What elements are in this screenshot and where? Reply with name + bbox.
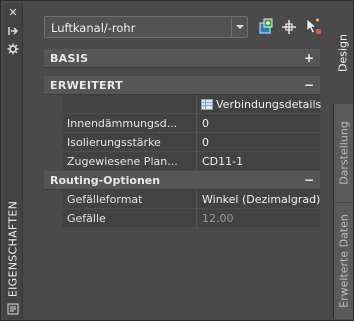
property-name-text: Zugewiesene Plan... [67,155,178,168]
palette-tabs: Design Darstellung Erweiterte Daten [333,3,353,319]
property-name-text: Gefälle [67,212,106,225]
properties-icon[interactable] [7,303,19,315]
quick-select-icon[interactable] [303,17,323,37]
property-row-verbindungsdetails: Verbindungsdetails [44,95,322,114]
property-value[interactable]: 0 [197,114,320,133]
category-routing-optionen[interactable]: Routing-Optionen − [44,171,320,190]
connection-details-button[interactable]: Verbindungsdetails [197,95,322,114]
row-gutter [44,190,62,209]
property-name: Gefälleformat [62,190,197,209]
category-basis[interactable]: BASIS + [44,49,320,68]
category-routing-label: Routing-Optionen [50,174,161,187]
category-erweitert[interactable]: ERWEITERT − [44,76,320,95]
row-gutter [44,209,62,228]
property-name: Zugewiesene Plan... [62,152,197,171]
tab-erweiterte-daten-label: Erweiterte Daten [337,214,350,308]
add-style-icon[interactable] [256,17,276,37]
property-name-text: Isolierungsstärke [67,136,161,149]
row-gutter [44,95,62,114]
palette-title-bar[interactable]: ✕ EIGENSCHAFTEN [3,3,23,319]
property-row: Innendämmungsd... 0 [44,114,320,133]
property-row: Gefälle 12.00 [44,209,320,228]
property-name-text: Innendämmungsd... [67,117,178,130]
palette-title: EIGENSCHAFTEN [4,199,22,299]
select-objects-icon[interactable] [279,17,299,37]
property-value-text: Winkel (Dezimalgrad) [202,193,321,206]
tab-design[interactable]: Design [333,3,353,103]
chevron-down-icon[interactable] [231,17,247,37]
property-value[interactable]: CD11-1 [197,152,320,171]
category-basis-label: BASIS [50,52,89,65]
property-value-text: 0 [202,117,209,130]
expand-icon[interactable]: + [304,51,314,65]
tab-design-label: Design [336,34,350,72]
tab-darstellung[interactable]: Darstellung [333,104,353,202]
object-type-dropdown[interactable]: Luftkanal/-rohr [44,16,248,38]
row-gutter [44,133,62,152]
row-gutter [44,114,62,133]
property-value[interactable]: 0 [197,133,320,152]
collapse-icon[interactable]: − [304,78,314,92]
tab-darstellung-label: Darstellung [337,121,350,185]
properties-pane: Luftkanal/-rohr BASIS + ERWEITERT − Verb… [23,3,333,319]
settings-icon[interactable] [7,43,19,55]
property-name: Innendämmungsd... [62,114,197,133]
properties-palette: ✕ EIGENSCHAFTEN Luftkanal/-rohr BASIS + … [0,0,354,321]
row-gutter [44,152,62,171]
table-icon [201,99,213,110]
property-row: Zugewiesene Plan... CD11-1 [44,152,320,171]
property-grid: BASIS + ERWEITERT − Verbindungsdetails I… [44,49,322,228]
collapse-icon[interactable]: − [304,173,314,187]
category-erweitert-label: ERWEITERT [50,79,123,92]
property-value[interactable]: 12.00 [197,209,320,228]
property-value[interactable]: Winkel (Dezimalgrad) [197,190,320,209]
connection-details-label: Verbindungsdetails [216,98,322,111]
object-type-value: Luftkanal/-rohr [51,21,136,35]
property-value-text: CD11-1 [202,155,244,168]
property-row: Gefälleformat Winkel (Dezimalgrad) [44,190,320,209]
property-row: Isolierungsstärke 0 [44,133,320,152]
palette-title-text: EIGENSCHAFTEN [6,200,20,298]
close-icon[interactable]: ✕ [7,7,19,19]
property-name-text: Gefälleformat [67,193,143,206]
pin-icon[interactable] [7,25,19,37]
property-value-text: 0 [202,136,209,149]
property-value-text: 12.00 [202,212,234,225]
property-name-empty [62,95,197,114]
property-name: Isolierungsstärke [62,133,197,152]
property-name: Gefälle [62,209,197,228]
tab-erweiterte-daten[interactable]: Erweiterte Daten [333,203,353,319]
